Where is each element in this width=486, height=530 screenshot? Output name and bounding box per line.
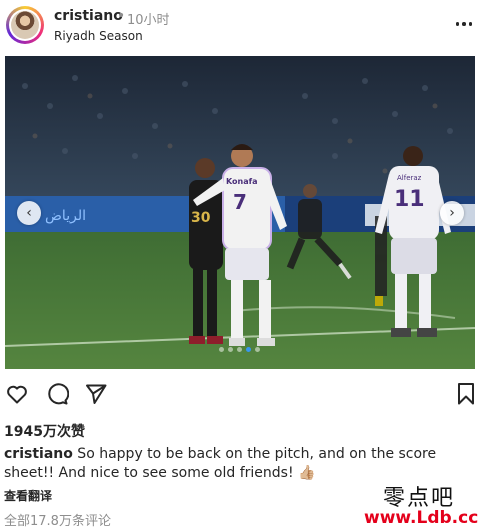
post-photo[interactable]: ﺍﻟﺮﻳﺎﺽ 30 Konafa 7 11 Alferaz ‹ › (5, 56, 475, 369)
more-options-icon[interactable] (450, 14, 478, 34)
slide-dot (228, 347, 233, 352)
post-caption: cristiano So happy to be back on the pit… (4, 445, 480, 483)
comment-icon[interactable] (45, 382, 69, 406)
prev-slide-button[interactable]: ‹ (17, 201, 41, 225)
post-username[interactable]: cristiano (54, 8, 123, 24)
jersey-right-number: 11 (394, 187, 425, 212)
likes-count[interactable]: 1945万次赞 (4, 421, 85, 441)
slide-dot (237, 347, 242, 352)
slide-dot (219, 347, 224, 352)
view-all-comments-link[interactable]: 全部17.8万条评论 (4, 510, 111, 529)
jersey-left-number: 7 (233, 190, 247, 214)
post-time[interactable]: 10小时 (127, 9, 170, 28)
separator-dot: • (117, 8, 126, 24)
post-header: cristiano • 10小时 Riyadh Season (0, 0, 486, 52)
slide-dot (255, 347, 260, 352)
avatar-photo (11, 11, 39, 39)
jersey-sponsor: Konafa (226, 177, 258, 186)
next-slide-button[interactable]: › (440, 201, 464, 225)
avatar[interactable] (6, 6, 44, 44)
chevron-left-icon: ‹ (26, 205, 32, 221)
bookmark-icon[interactable] (456, 382, 476, 406)
caption-username[interactable]: cristiano (4, 446, 73, 462)
slide-indicator (219, 347, 260, 352)
see-translation-link[interactable]: 查看翻译 (4, 487, 52, 504)
jersey-right-name: Alferaz (397, 174, 422, 182)
ad-board-text: ﺍﻟﺮﻳﺎﺽ (45, 208, 86, 224)
match-photo-illustration: ﺍﻟﺮﻳﺎﺽ 30 Konafa 7 11 Alferaz (5, 56, 475, 369)
watermark-url: www.Ldb.cc (364, 508, 479, 528)
heart-icon[interactable] (5, 382, 29, 406)
chevron-right-icon: › (449, 205, 455, 221)
slide-dot-active (246, 347, 251, 352)
jersey-dark-number: 30 (191, 210, 211, 226)
send-icon[interactable] (84, 382, 108, 406)
post-location[interactable]: Riyadh Season (54, 29, 143, 43)
